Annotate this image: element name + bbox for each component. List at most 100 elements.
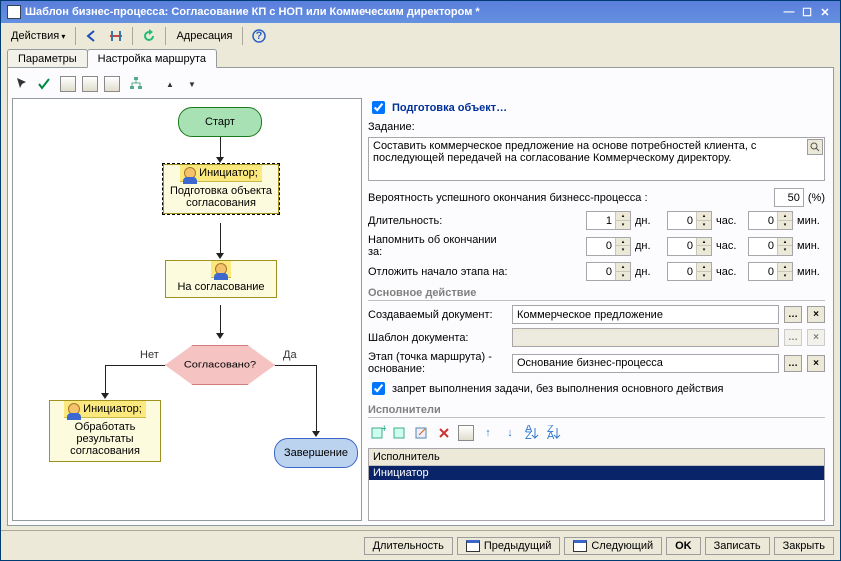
flowchart-canvas[interactable]: Старт Инициатор; Подготовка объекта согл… — [12, 98, 362, 521]
tab-route-settings[interactable]: Настройка маршрута — [87, 49, 217, 68]
duration-label: Длительность: — [368, 215, 508, 227]
step-title: Подготовка объект… — [392, 102, 507, 114]
svg-text:Z: Z — [525, 430, 532, 441]
remind-hours[interactable]: ▴▾ — [667, 237, 712, 256]
probability-label: Вероятность успешного окончания бизнесс-… — [368, 192, 648, 204]
node-process-header: Инициатор; — [83, 403, 142, 415]
tab-strip: Параметры Настройка маршрута — [1, 49, 840, 67]
tool-table2-icon[interactable] — [80, 74, 100, 94]
close-button[interactable]: ✕ — [816, 6, 834, 19]
properties-pane: Подготовка объект… Задание: Составить ко… — [368, 98, 829, 521]
titlebar: Шаблон бизнес-процесса: Согласование КП … — [1, 1, 840, 23]
window-title: Шаблон бизнес-процесса: Согласование КП … — [25, 6, 480, 18]
app-icon — [7, 5, 21, 19]
stage-field[interactable] — [512, 354, 779, 373]
delay-min[interactable]: ▴▾ — [748, 262, 793, 281]
template-field — [512, 328, 779, 347]
node-prepare-object[interactable]: Инициатор; Подготовка объекта согласован… — [163, 164, 279, 214]
node-decision-label: Согласовано? — [184, 360, 256, 370]
perf-up-icon[interactable]: ↑ — [478, 423, 498, 443]
perf-add-icon[interactable]: + — [368, 423, 388, 443]
ok-button[interactable]: OK — [666, 537, 701, 555]
tool-down-icon[interactable]: ▼ — [182, 74, 202, 94]
perf-sort-az-icon[interactable]: AZ — [522, 423, 542, 443]
tool-arrow-icon[interactable] — [12, 74, 32, 94]
perf-down-icon[interactable]: ↓ — [500, 423, 520, 443]
node-prepare-body: Подготовка объекта согласования — [170, 185, 272, 209]
maximize-button[interactable]: ☐ — [798, 6, 816, 19]
minimize-button[interactable]: — — [780, 6, 798, 18]
tab-page: ▲ ▼ Старт Инициатор; Подготовка объекта … — [7, 67, 834, 526]
tool-table1-icon[interactable] — [58, 74, 78, 94]
node-process-results[interactable]: Инициатор; Обработать результаты согласо… — [49, 400, 161, 462]
forbid-checkbox[interactable] — [372, 382, 385, 395]
window: Шаблон бизнес-процесса: Согласование КП … — [0, 0, 841, 561]
node-process-body: Обработать результаты согласования — [56, 421, 154, 457]
node-end[interactable]: Завершение — [274, 438, 358, 468]
node-start[interactable]: Старт — [178, 107, 262, 137]
created-doc-label: Создаваемый документ: — [368, 309, 508, 321]
close-footer-button[interactable]: Закрыть — [774, 537, 834, 555]
perf-edit-icon[interactable] — [412, 423, 432, 443]
remind-days[interactable]: ▴▾ — [586, 237, 631, 256]
created-doc-select-button[interactable]: … — [784, 306, 802, 323]
refresh-icon[interactable] — [139, 26, 159, 46]
delay-days[interactable]: ▴▾ — [586, 262, 631, 281]
duration-hours[interactable]: ▴▾ — [667, 211, 712, 230]
tool-table3-icon[interactable] — [102, 74, 122, 94]
task-textarea[interactable]: Составить коммерческое предложение на ос… — [368, 137, 825, 181]
perf-sort-za-icon[interactable]: ZA — [544, 423, 564, 443]
remind-min[interactable]: ▴▾ — [748, 237, 793, 256]
duration-days[interactable]: ▴▾ — [586, 211, 631, 230]
duration-min[interactable]: ▴▾ — [748, 211, 793, 230]
probability-unit: (%) — [808, 192, 825, 204]
created-doc-field[interactable] — [512, 305, 779, 324]
grid-header-performer[interactable]: Исполнитель — [369, 449, 824, 466]
footer: Длительность Предыдущий Следующий OK Зап… — [1, 530, 840, 560]
template-select-button: … — [784, 329, 802, 346]
probability-input[interactable] — [774, 188, 804, 207]
delay-label: Отложить начало этапа на: — [368, 266, 508, 278]
tool-hierarchy-icon[interactable] — [126, 74, 146, 94]
node-decision[interactable]: Согласовано? — [165, 340, 275, 390]
duration-button[interactable]: Длительность — [364, 537, 453, 555]
perf-add2-icon[interactable] — [390, 423, 410, 443]
node-start-label: Старт — [205, 116, 235, 128]
user-icon — [215, 263, 227, 275]
user-icon — [184, 167, 196, 179]
grid-row[interactable]: Инициатор — [369, 466, 824, 480]
perf-copy-icon[interactable] — [456, 423, 476, 443]
node-end-label: Завершение — [284, 447, 348, 459]
prev-button[interactable]: Предыдущий — [457, 537, 560, 555]
stage-label: Этап (точка маршрута) - основание: — [368, 351, 508, 375]
node-on-approval[interactable]: На согласование — [165, 260, 277, 298]
template-clear-button: × — [807, 329, 825, 346]
label-yes: Да — [283, 349, 297, 361]
remind-label: Напомнить об окончании за: — [368, 234, 508, 258]
help-icon[interactable]: ? — [249, 26, 269, 46]
step-enabled-checkbox[interactable] — [372, 101, 385, 114]
svg-text:?: ? — [256, 30, 263, 42]
tool-check-icon[interactable] — [34, 74, 54, 94]
svg-text:+: + — [381, 425, 386, 435]
stage-clear-button[interactable]: × — [807, 355, 825, 372]
addressing-menu[interactable]: Адресация — [172, 28, 236, 44]
save-button[interactable]: Записать — [705, 537, 770, 555]
perf-delete-icon[interactable] — [434, 423, 454, 443]
main-action-heading: Основное действие — [368, 287, 825, 301]
label-no: Нет — [140, 349, 159, 361]
created-doc-clear-button[interactable]: × — [807, 306, 825, 323]
tool-up-icon[interactable]: ▲ — [160, 74, 180, 94]
tab-parameters[interactable]: Параметры — [7, 49, 88, 67]
user-icon — [68, 403, 80, 415]
nav-back-icon[interactable] — [82, 26, 102, 46]
performers-heading: Исполнители — [368, 404, 825, 418]
diagram-toolbar: ▲ ▼ — [12, 72, 829, 98]
stage-select-button[interactable]: … — [784, 355, 802, 372]
delay-hours[interactable]: ▴▾ — [667, 262, 712, 281]
nav-thread-icon[interactable] — [106, 26, 126, 46]
actions-menu[interactable]: Действия ▾ — [7, 28, 69, 44]
task-lookup-button[interactable] — [807, 139, 823, 155]
next-button[interactable]: Следующий — [564, 537, 662, 555]
performers-grid[interactable]: Исполнитель Инициатор — [368, 448, 825, 521]
